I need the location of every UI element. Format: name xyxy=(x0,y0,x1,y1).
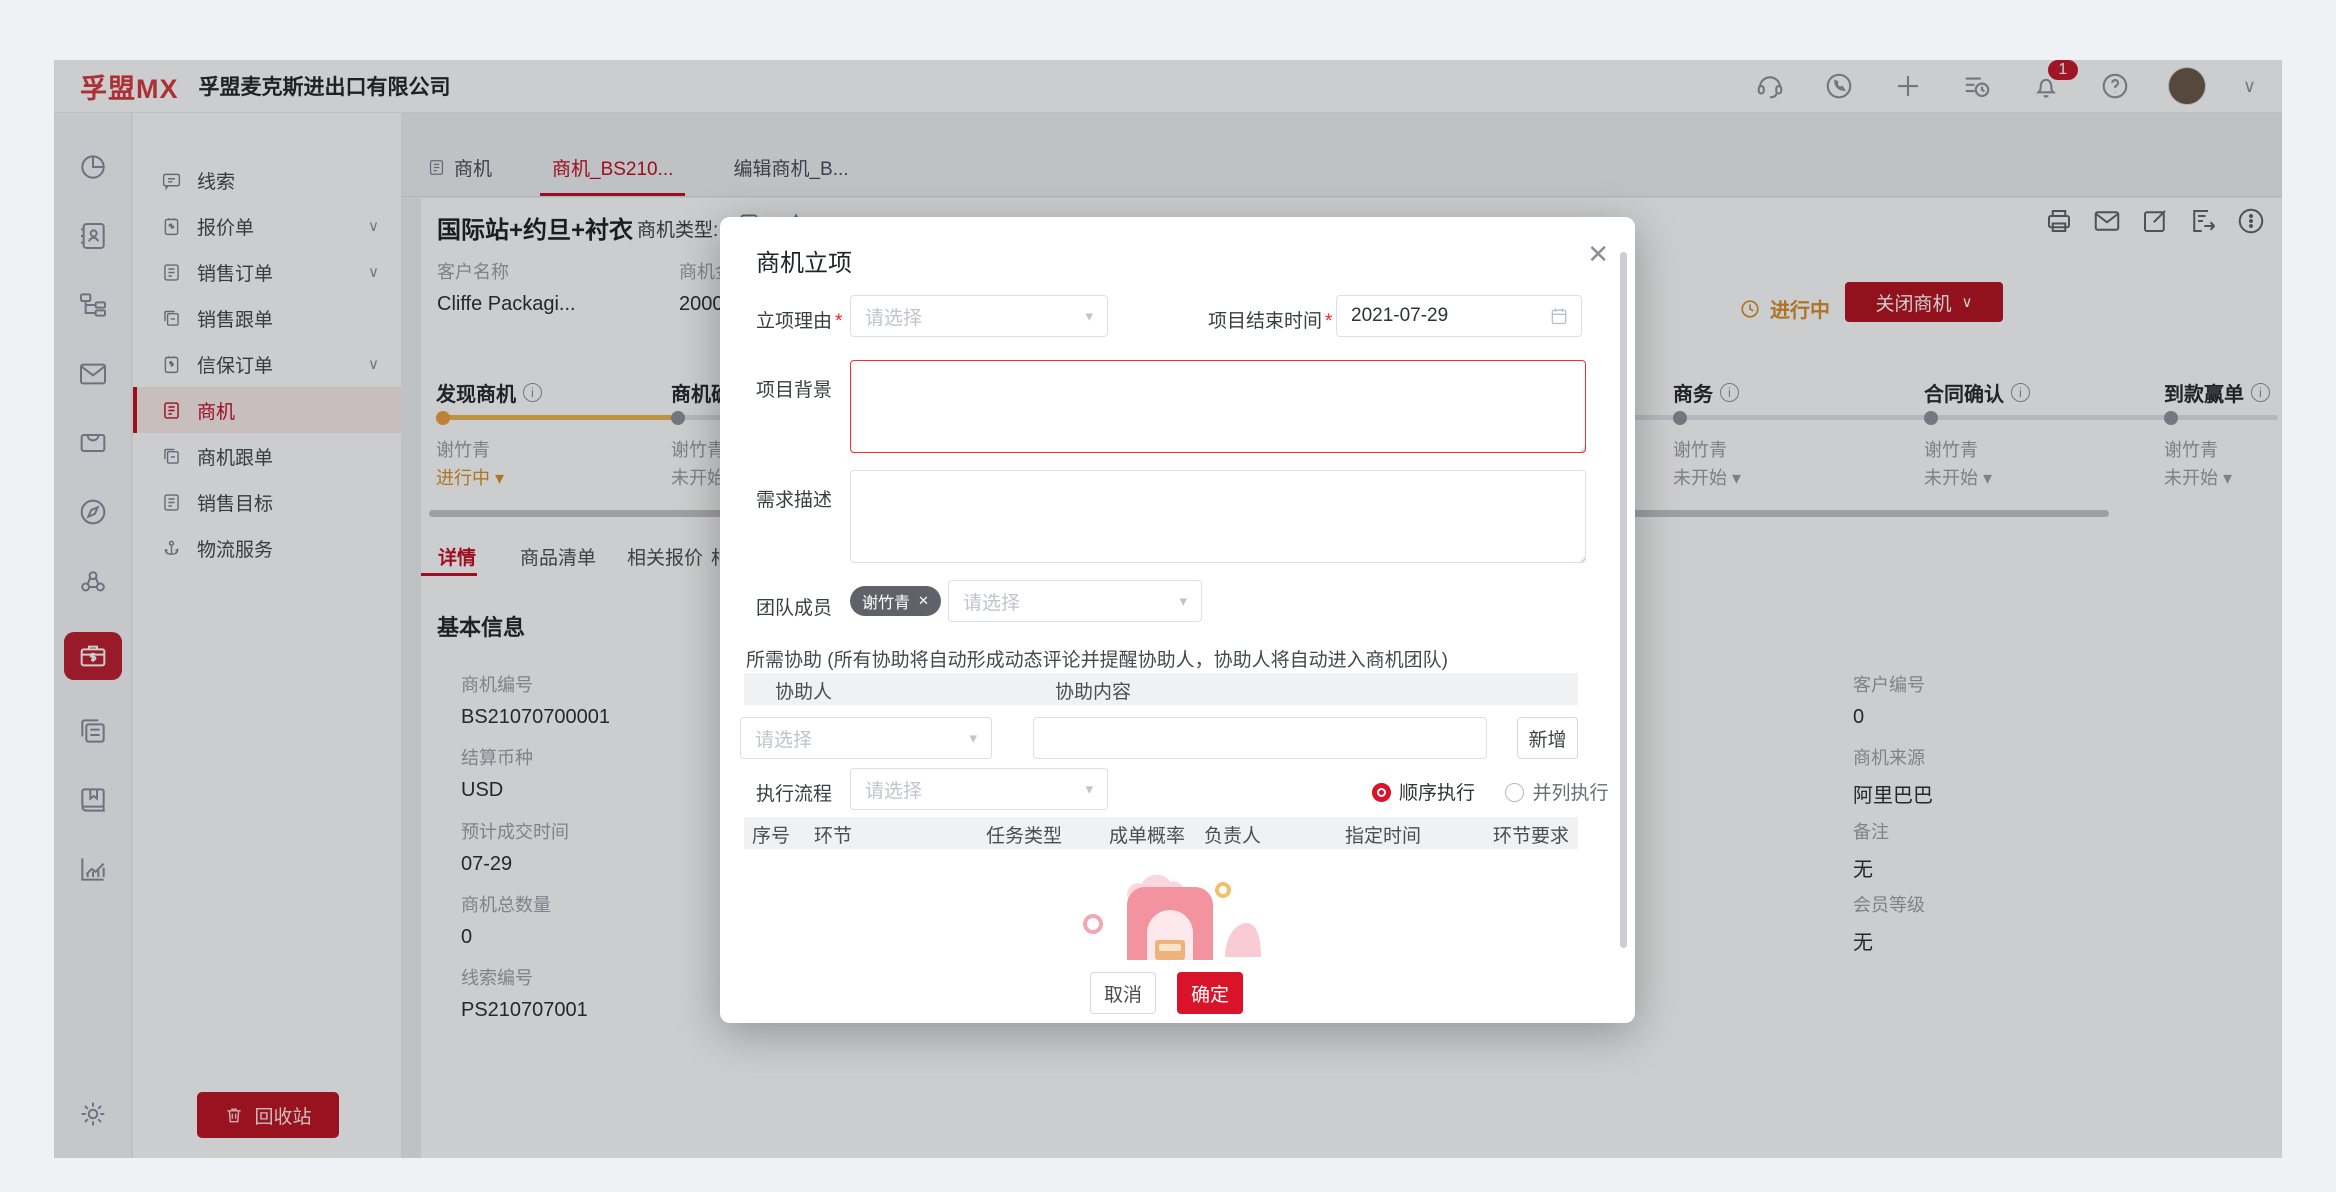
calendar-icon xyxy=(1549,306,1569,326)
flow-label: 执行流程 xyxy=(756,779,832,806)
reason-select[interactable]: 请选择 ▾ xyxy=(850,295,1108,337)
caret-down-icon: ▾ xyxy=(969,729,977,747)
close-icon[interactable]: ✕ xyxy=(1587,241,1609,267)
team-member-tag: 谢竹青 ✕ xyxy=(850,586,941,616)
background-textarea[interactable] xyxy=(850,360,1586,453)
team-label: 团队成员 xyxy=(756,593,832,620)
radio-sequential-icon[interactable] xyxy=(1372,783,1391,802)
date-value[interactable] xyxy=(1349,304,1519,328)
modal-title: 商机立项 xyxy=(756,243,852,278)
screen: 孚盟MX 孚盟麦克斯进出口有限公司 1 xyxy=(0,0,2336,1192)
radio-parallel-icon[interactable] xyxy=(1505,783,1524,802)
demand-label: 需求描述 xyxy=(756,485,832,512)
add-assist-button[interactable]: 新增 xyxy=(1517,717,1578,759)
modal-scrollbar[interactable] xyxy=(1620,252,1627,948)
caret-down-icon: ▾ xyxy=(1085,307,1093,325)
caret-down-icon: ▾ xyxy=(1179,592,1187,610)
assist-table-header: 协助人 协助内容 xyxy=(744,673,1578,705)
flow-mode-radios: 顺序执行 并列执行 xyxy=(1372,778,1608,805)
end-time-label: 项目结束时间* xyxy=(1208,306,1332,333)
cancel-button[interactable]: 取消 xyxy=(1090,972,1156,1014)
confirm-button[interactable]: 确定 xyxy=(1177,972,1243,1014)
caret-down-icon: ▾ xyxy=(1085,780,1093,798)
background-label: 项目背景 xyxy=(756,375,832,402)
empty-state-illustration xyxy=(1075,862,1265,960)
flow-select[interactable]: 请选择 ▾ xyxy=(850,768,1108,810)
assist-person-select[interactable]: 请选择 ▾ xyxy=(740,717,992,759)
reason-label: 立项理由* xyxy=(756,306,842,333)
flow-table-header: 序号 环节 任务类型 成单概率 负责人 指定时间 环节要求 xyxy=(744,817,1578,849)
demand-textarea[interactable] xyxy=(850,470,1586,563)
end-time-input[interactable] xyxy=(1336,295,1582,337)
assist-note: 所需协助 (所有协助将自动形成动态评论并提醒协助人，协助人将自动进入商机团队) xyxy=(746,645,1448,672)
remove-tag-icon[interactable]: ✕ xyxy=(918,593,929,609)
team-select[interactable]: 请选择 ▾ xyxy=(948,580,1202,622)
assist-content-input[interactable] xyxy=(1033,717,1487,759)
project-initiation-modal: 商机立项 ✕ 立项理由* 请选择 ▾ 项目结束时间* 项目背景 需求描述 团队成… xyxy=(720,217,1635,1023)
